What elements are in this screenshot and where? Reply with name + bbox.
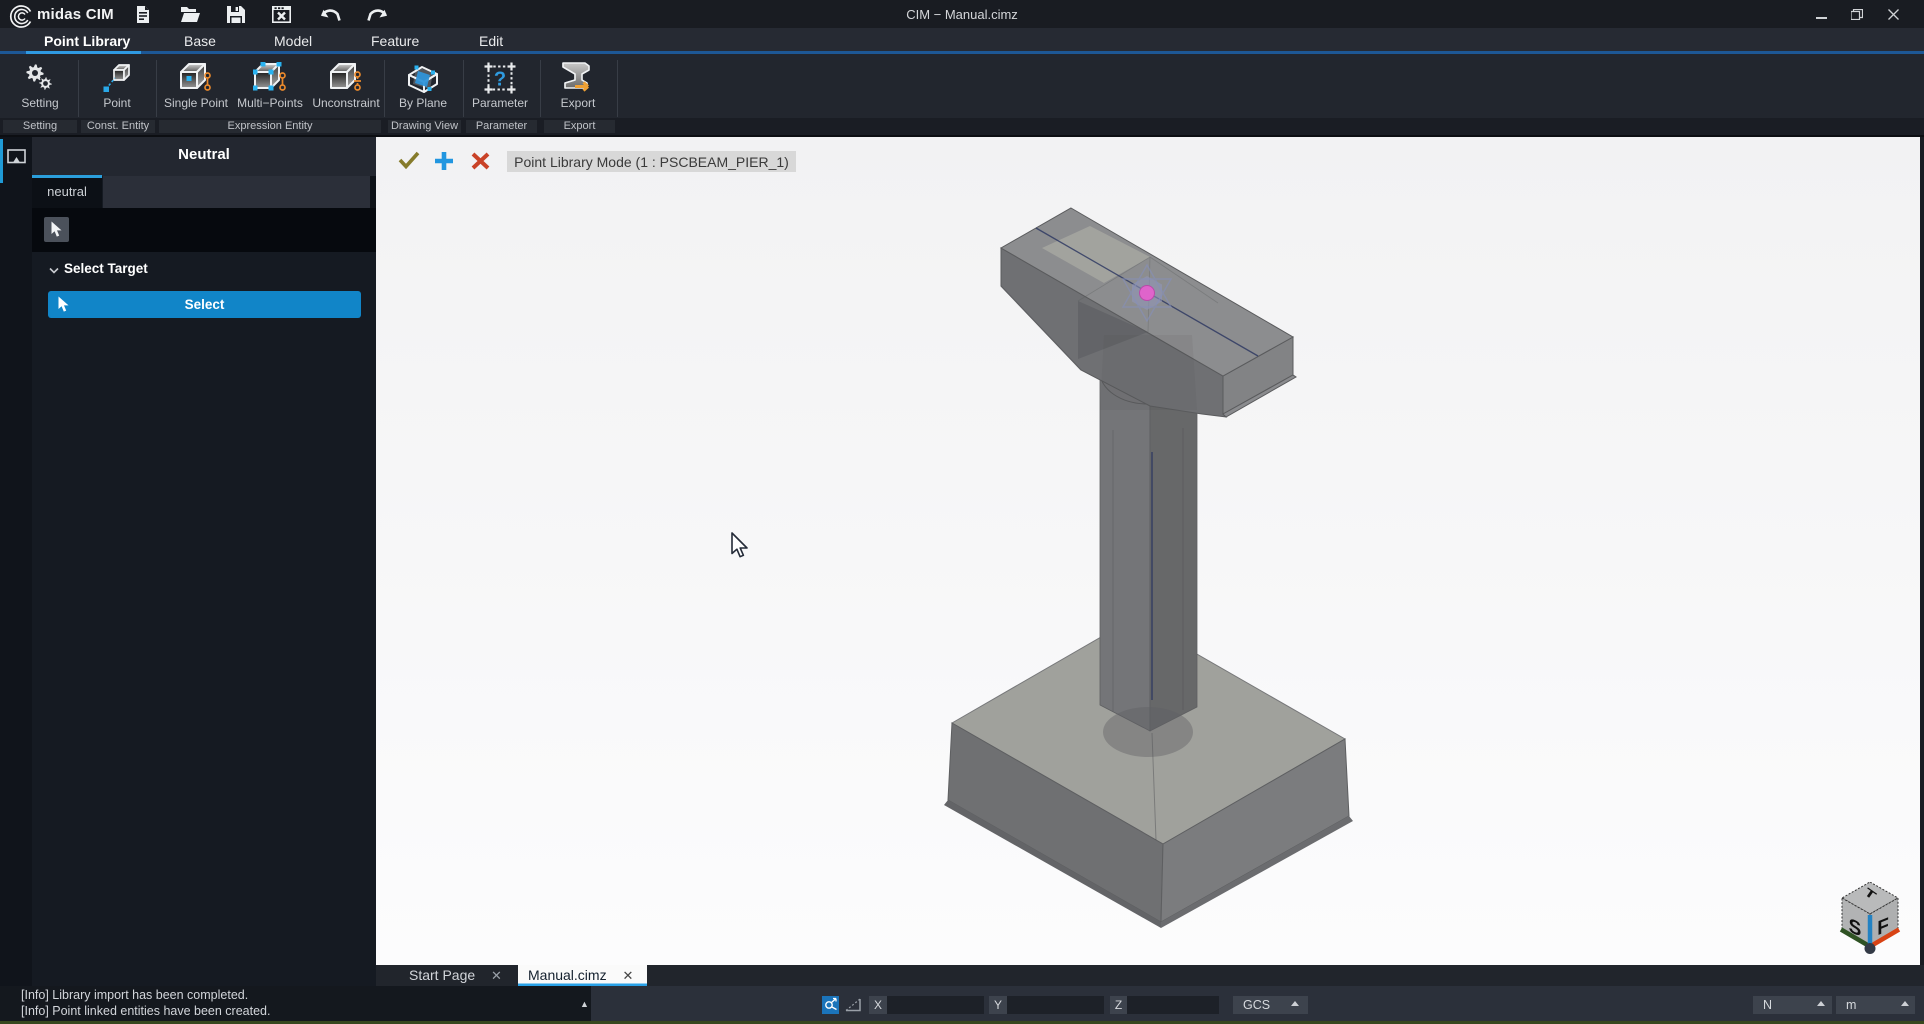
svg-text:?: ? xyxy=(494,69,506,91)
